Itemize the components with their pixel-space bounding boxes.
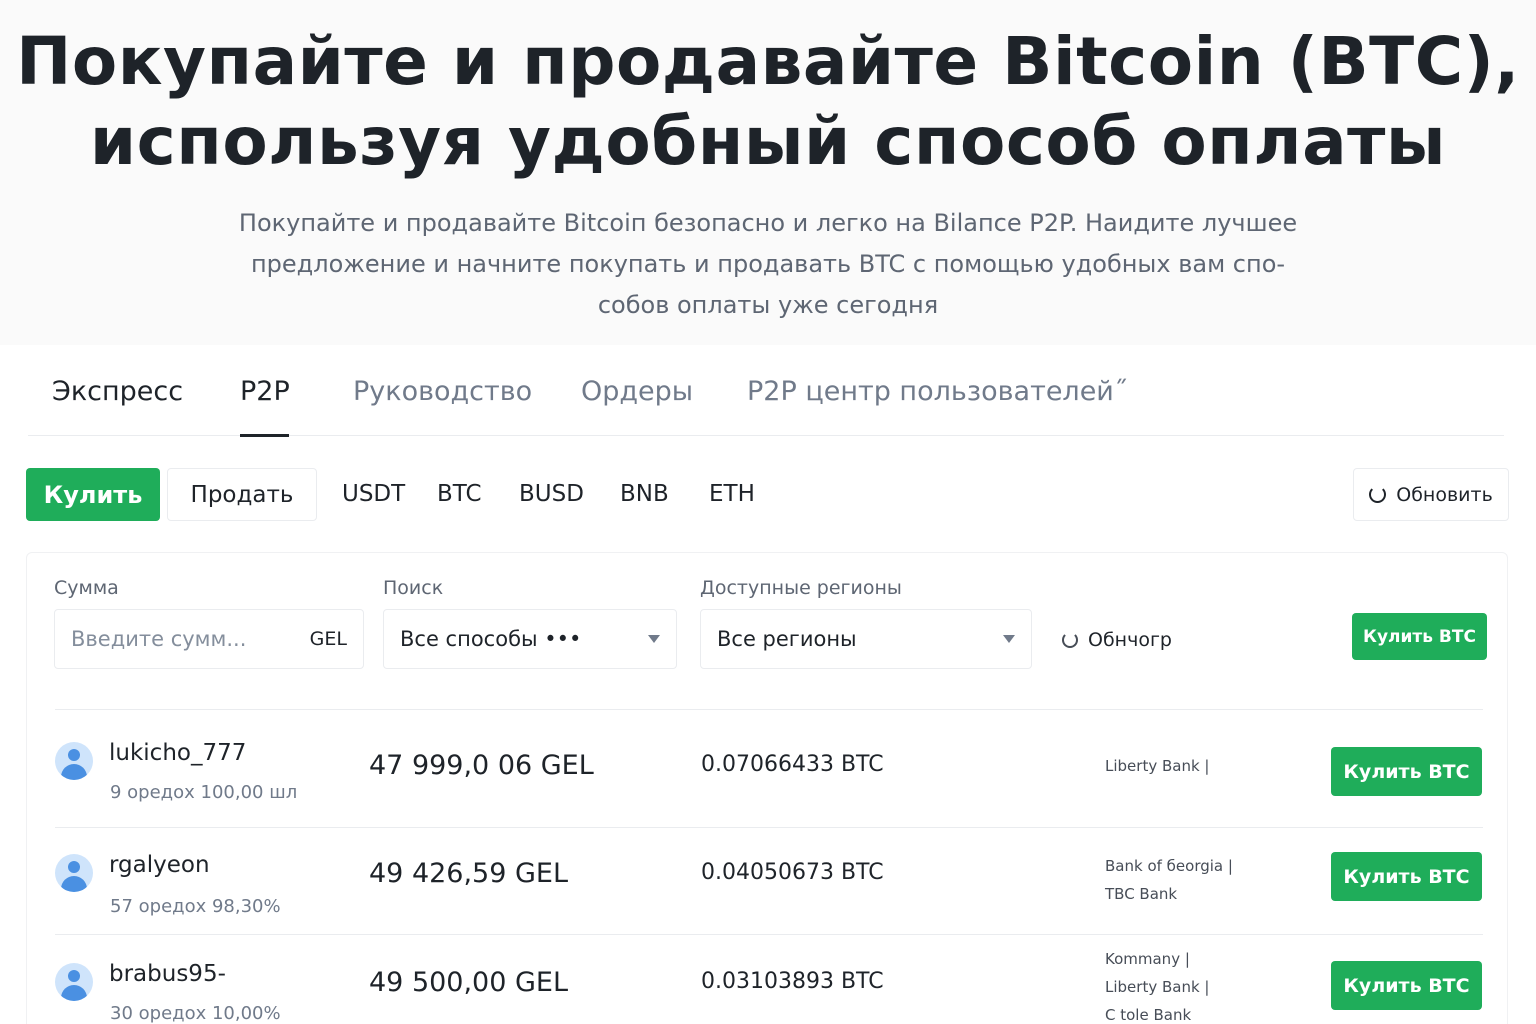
page-subtitle-line-1: Покупайте и продавайте Bitcoiп безопасно… — [238, 209, 1298, 237]
panel-buy-btc-button[interactable]: Кулить BTC — [1352, 613, 1487, 660]
coin-tab-bnb[interactable]: BNB — [620, 481, 669, 507]
advertiser-name[interactable]: brabus95- — [109, 961, 226, 987]
offers-panel: Сумма Введите сумм... GEL Поиск Все спос… — [26, 552, 1508, 1024]
refresh-icon — [1369, 486, 1387, 503]
tab-express[interactable]: Экспресс — [52, 376, 183, 407]
payment-filter-label: Поиск — [383, 577, 444, 599]
tab-orders[interactable]: Ордеры — [581, 376, 693, 407]
trade-toolbar: Кулить Продать USDT BTC BUSD BNB ETH Обн… — [0, 460, 1536, 530]
amount-filter-label: Сумма — [54, 577, 119, 599]
refresh-button-label: Обновить — [1396, 483, 1493, 506]
refresh-button[interactable]: Обновить — [1353, 468, 1509, 521]
tab-user-center[interactable]: P2P центр пользователей˝ — [747, 376, 1127, 407]
payment-methods: Liberty Bank | — [1105, 752, 1209, 780]
payment-method: Kommany | — [1105, 950, 1190, 968]
coin-tab-btc[interactable]: BTC — [437, 481, 482, 507]
advertiser-stats: 30 оредох 10,00% — [110, 1003, 281, 1024]
advertiser-name[interactable]: rgalyeon — [109, 852, 210, 878]
advertiser-stats: 9 оредох 100,00 шл — [110, 782, 298, 803]
regions-value: Все регионы — [717, 627, 857, 651]
chevron-down-icon — [1003, 635, 1015, 643]
filter-refresh-button[interactable]: Обнчогр — [1062, 629, 1172, 651]
sell-toggle-button[interactable]: Продать — [167, 468, 317, 521]
offer-price: 49 500,00 GEL — [369, 967, 569, 998]
page-title: Покупайте и продавайте Bitcoin (BTC), ис… — [0, 22, 1536, 182]
row-buy-btc-button[interactable]: Кулить BTC — [1331, 852, 1482, 901]
advertiser-stats: 57 оредох 98,30% — [110, 896, 281, 917]
offer-amount: 0.07066433 BTC — [701, 752, 884, 777]
active-tab-indicator — [240, 434, 289, 437]
page-subtitle-line-2: предложение и начните покупать и продава… — [250, 250, 1286, 278]
offer-price: 49 426,59 GEL — [369, 858, 569, 889]
coin-tab-eth[interactable]: ETH — [709, 481, 755, 507]
offer-row: brabus95- 30 оредох 10,00% 49 500,00 GEL… — [55, 934, 1483, 1024]
payment-method: C tole Bank — [1105, 1006, 1192, 1024]
payment-method: Liberty Bank | — [1105, 978, 1210, 996]
chevron-down-icon — [648, 635, 660, 643]
page-title-line-1: Покупайте и продавайте Bitcoin (BTC), — [16, 23, 1520, 100]
payment-method-select[interactable]: Все способы ••• — [383, 609, 677, 669]
tab-p2p[interactable]: P2P — [240, 376, 290, 407]
regions-select[interactable]: Все регионы — [700, 609, 1032, 669]
offer-row: rgalyeon 57 оредох 98,30% 49 426,59 GEL … — [55, 827, 1483, 937]
amount-input[interactable]: Введите сумм... GEL — [54, 609, 364, 669]
advertiser-name[interactable]: lukicho_777 — [109, 740, 246, 766]
payment-methods: Kommany | Liberty Bank | C tole Bank — [1105, 945, 1209, 1024]
payment-method-value: Все способы ••• — [400, 627, 582, 651]
offer-amount: 0.04050673 BTC — [701, 860, 884, 885]
page-subtitle: Покупайте и продавайте Bitcoiп безопасно… — [218, 203, 1318, 326]
payment-method: Bank of бeorgia | — [1105, 857, 1233, 875]
row-buy-btc-button[interactable]: Кулить BTC — [1331, 961, 1482, 1010]
offer-amount: 0.03103893 BTC — [701, 969, 884, 994]
hero-section: Покупайте и продавайте Bitcoin (BTC), ис… — [0, 0, 1536, 345]
coin-tab-usdt[interactable]: USDT — [342, 481, 405, 507]
tab-guide[interactable]: Руководство — [353, 376, 532, 407]
refresh-icon — [1062, 632, 1078, 648]
avatar — [55, 854, 93, 892]
amount-input-placeholder: Введите сумм... — [71, 627, 247, 651]
coin-tab-busd[interactable]: BUSD — [519, 481, 584, 507]
payment-method: Liberty Bank | — [1105, 757, 1210, 775]
row-buy-btc-button[interactable]: Кулить BTC — [1331, 747, 1482, 796]
buy-toggle-button[interactable]: Кулить — [26, 468, 160, 521]
amount-currency: GEL — [309, 628, 347, 650]
regions-filter-label: Доступные регионы — [700, 577, 902, 599]
avatar — [55, 963, 93, 1001]
page-title-line-2: используя удобный способ оплаты — [89, 103, 1447, 180]
payment-methods: Bank of бeorgia | TBC Bank — [1105, 852, 1233, 908]
offer-price: 47 999,0 06 GEL — [369, 750, 594, 781]
main-tabs: Экспресс P2P Руководство Ордеры P2P цент… — [28, 360, 1504, 437]
avatar — [55, 742, 93, 780]
filter-refresh-label: Обнчогр — [1088, 629, 1172, 651]
page-subtitle-line-3: собов оплаты уже сегодня — [597, 291, 939, 319]
payment-method: TBC Bank — [1105, 885, 1178, 903]
offer-row: lukicho_777 9 оредох 100,00 шл 47 999,0 … — [55, 709, 1483, 819]
